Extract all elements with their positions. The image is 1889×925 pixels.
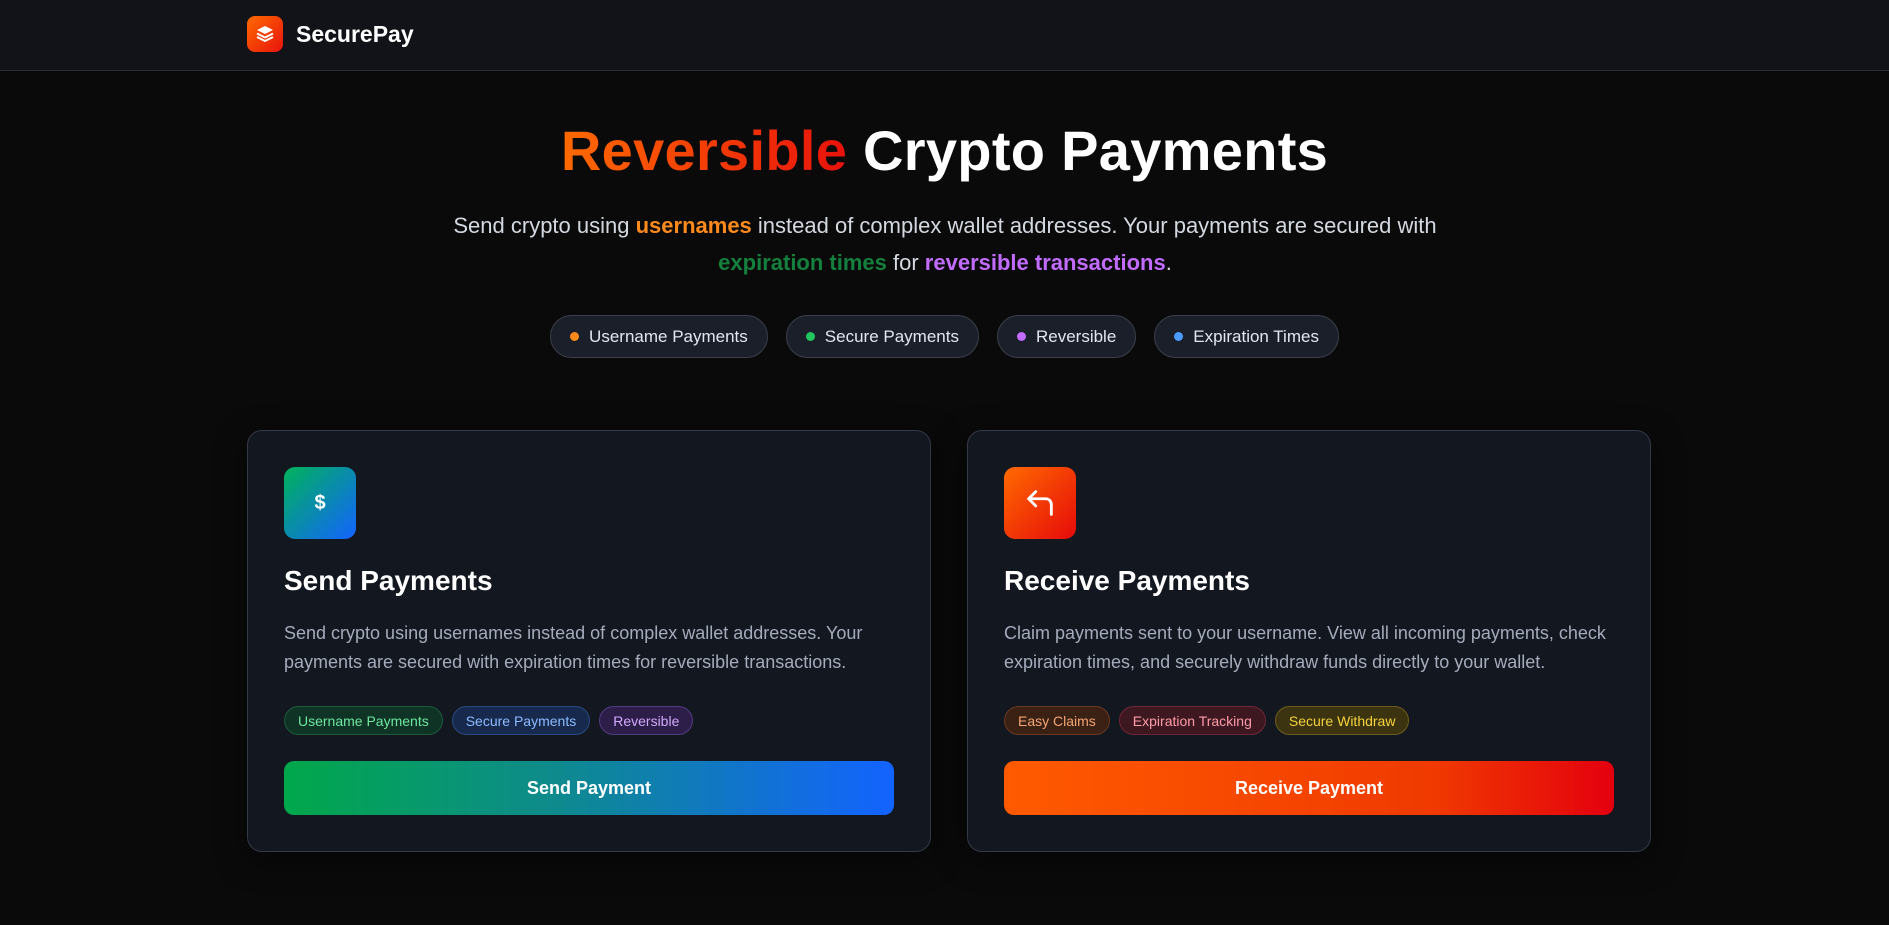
send-payments-card: $ Send Payments Send crypto using userna… <box>247 430 931 852</box>
dollar-icon: $ <box>284 467 356 539</box>
receive-payment-button[interactable]: Receive Payment <box>1004 761 1614 815</box>
orange-dot-icon <box>570 332 580 341</box>
hero-title-accent: Reversible <box>560 119 848 182</box>
green-dot-icon <box>805 332 815 341</box>
subtitle-text: . <box>1165 250 1172 275</box>
send-payment-button[interactable]: Send Payment <box>284 761 894 815</box>
layers-icon <box>247 16 283 52</box>
subtitle-highlight-usernames: usernames <box>635 213 752 238</box>
tag-secure-payments: Secure Payments <box>451 706 591 735</box>
send-card-description: Send crypto using usernames instead of c… <box>284 623 863 672</box>
feature-pills: Username Payments Secure Payments Revers… <box>0 315 1889 358</box>
blue-dot-icon <box>1174 332 1184 341</box>
tag-secure-withdraw: Secure Withdraw <box>1274 706 1410 735</box>
tag-reversible: Reversible <box>599 706 694 735</box>
top-navbar: SecurePay <box>0 0 1889 71</box>
hero-title-rest: Crypto Payments <box>847 119 1329 182</box>
pill-label: Username Payments <box>589 326 748 346</box>
reply-arrow-icon <box>1004 467 1076 539</box>
pill-label: Expiration Times <box>1193 326 1319 346</box>
subtitle-text: instead of complex wallet addresses. You… <box>751 213 1437 238</box>
subtitle-text: for <box>886 250 925 275</box>
brand-name: SecurePay <box>296 20 414 47</box>
feature-pill-reversible: Reversible <box>996 315 1137 358</box>
hero-title: Reversible Crypto Payments <box>0 118 1889 184</box>
feature-pill-username-payments: Username Payments <box>550 315 768 358</box>
purple-dot-icon <box>1016 332 1026 341</box>
receive-card-title: Receive Payments <box>1004 565 1250 596</box>
send-card-title: Send Payments <box>284 565 493 596</box>
send-card-tags: Username Payments Secure Payments Revers… <box>284 706 694 735</box>
feature-pill-secure-payments: Secure Payments <box>785 315 979 358</box>
receive-payments-card: Receive Payments Claim payments sent to … <box>967 430 1651 852</box>
dollar-glyph: $ <box>314 491 326 514</box>
pill-label: Reversible <box>1035 326 1117 346</box>
tag-easy-claims: Easy Claims <box>1004 706 1110 735</box>
subtitle-highlight-expiration: expiration times <box>718 250 887 275</box>
subtitle-text: Send crypto using <box>453 213 636 238</box>
receive-card-tags: Easy Claims Expiration Tracking Secure W… <box>1004 706 1410 735</box>
tag-username-payments: Username Payments <box>284 706 443 735</box>
pill-label: Secure Payments <box>824 326 959 346</box>
hero-subtitle: Send crypto using usernames instead of c… <box>430 207 1460 281</box>
subtitle-highlight-reversible: reversible transactions <box>924 250 1166 275</box>
tag-expiration-tracking: Expiration Tracking <box>1118 706 1266 735</box>
brand[interactable]: SecurePay <box>247 16 414 52</box>
receive-card-description: Claim payments sent to your username. Vi… <box>1004 623 1606 672</box>
feature-pill-expiration-times: Expiration Times <box>1154 315 1339 358</box>
